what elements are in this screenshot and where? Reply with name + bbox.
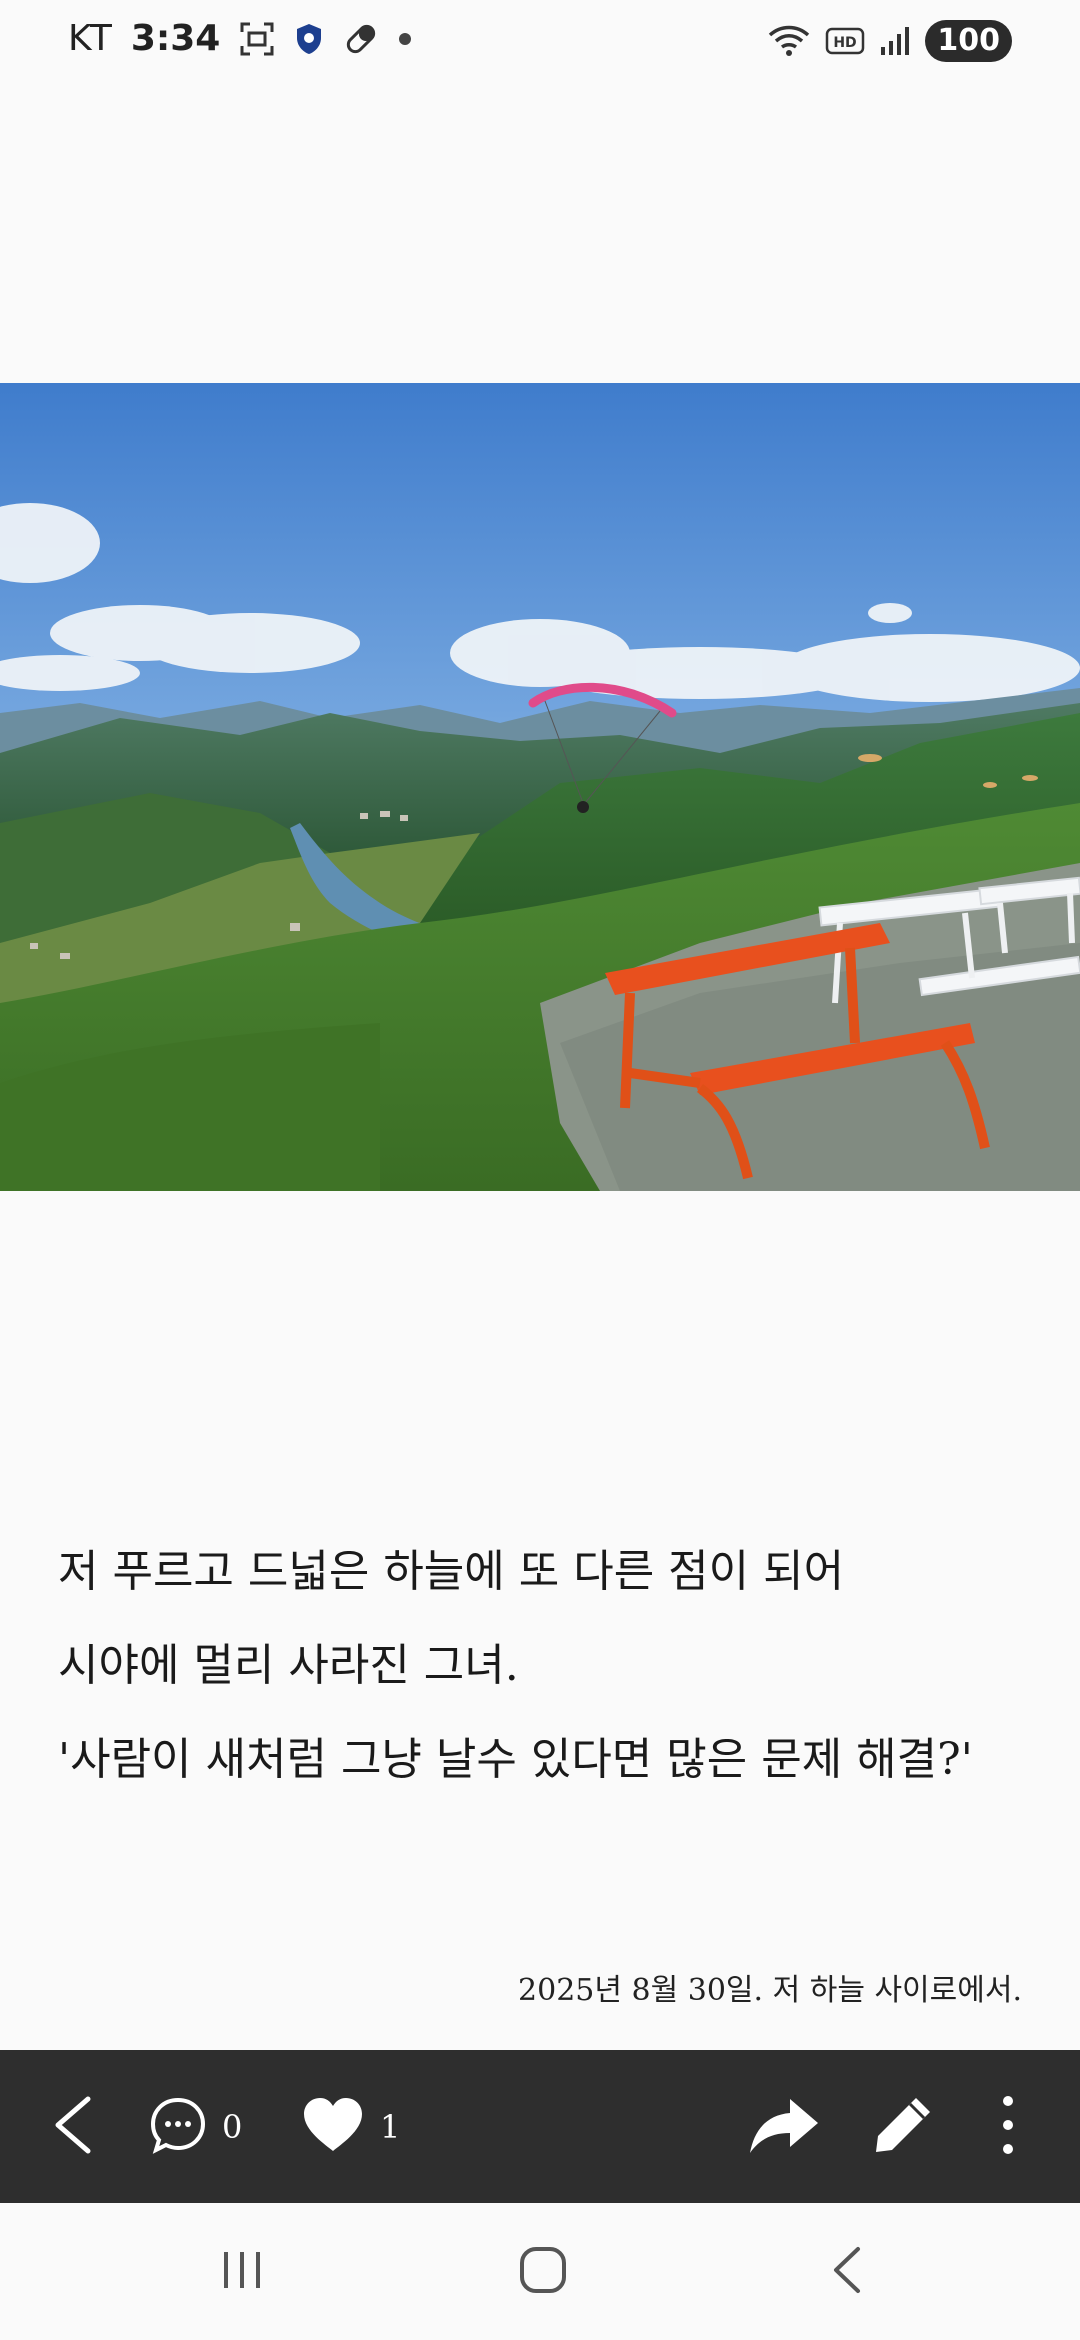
recents-button[interactable] xyxy=(202,2237,282,2307)
status-left: KT 3:34 xyxy=(68,18,412,59)
shield-icon xyxy=(294,22,324,56)
screen: KT 3:34 HD 100 저 푸르고 드넓은 하늘에 또 다른 점이 되어 … xyxy=(0,0,1080,2340)
share-icon xyxy=(748,2095,820,2159)
heart-icon xyxy=(300,2095,366,2159)
system-navigation-bar xyxy=(0,2203,1080,2340)
comment-count: 0 xyxy=(222,2107,243,2146)
hd-icon: HD xyxy=(825,26,865,56)
home-button[interactable] xyxy=(503,2237,583,2307)
like-count: 1 xyxy=(380,2107,401,2146)
recents-icon xyxy=(218,2248,266,2296)
date-caption: 2025년 8월 30일. 저 하늘 사이로에서. xyxy=(518,1973,1022,2008)
share-button[interactable] xyxy=(748,2050,820,2203)
edit-icon xyxy=(872,2094,934,2160)
more-options-button[interactable] xyxy=(996,2050,1020,2203)
back-icon xyxy=(50,2093,94,2161)
wifi-icon xyxy=(767,23,811,59)
poem-line: 시야에 멀리 사라진 그녀. xyxy=(58,1640,519,1691)
mountain-landscape-photo[interactable] xyxy=(0,383,1080,1191)
home-icon xyxy=(518,2245,568,2299)
pill-icon xyxy=(342,20,380,58)
poem-line: 저 푸르고 드넓은 하늘에 또 다른 점이 되어 xyxy=(58,1546,845,1597)
poem-line: '사람이 새처럼 그냥 날수 있다면 많은 문제 해결?' xyxy=(58,1734,973,1785)
clock: 3:34 xyxy=(130,18,221,59)
comment-icon xyxy=(148,2095,208,2159)
post-action-bar: 0 1 xyxy=(0,2050,1080,2203)
dot-icon xyxy=(398,32,412,46)
screenshot-icon xyxy=(238,20,276,58)
carrier-label: KT xyxy=(68,18,113,59)
back-button[interactable] xyxy=(50,2050,94,2203)
system-back-button[interactable] xyxy=(806,2237,886,2307)
comment-button[interactable]: 0 xyxy=(148,2050,242,2203)
status-bar: KT 3:34 HD 100 xyxy=(0,0,1080,84)
like-button[interactable]: 1 xyxy=(300,2050,400,2203)
edit-button[interactable] xyxy=(872,2050,934,2203)
signal-icon xyxy=(879,25,911,57)
battery-indicator: 100 xyxy=(925,20,1012,62)
more-icon xyxy=(996,2093,1020,2161)
post-body-text: 저 푸르고 드넓은 하늘에 또 다른 점이 되어 시야에 멀리 사라진 그녀. … xyxy=(58,1540,1038,1822)
status-right: HD 100 xyxy=(767,20,1012,62)
back-icon xyxy=(828,2245,864,2299)
svg-text:HD: HD xyxy=(834,35,857,51)
